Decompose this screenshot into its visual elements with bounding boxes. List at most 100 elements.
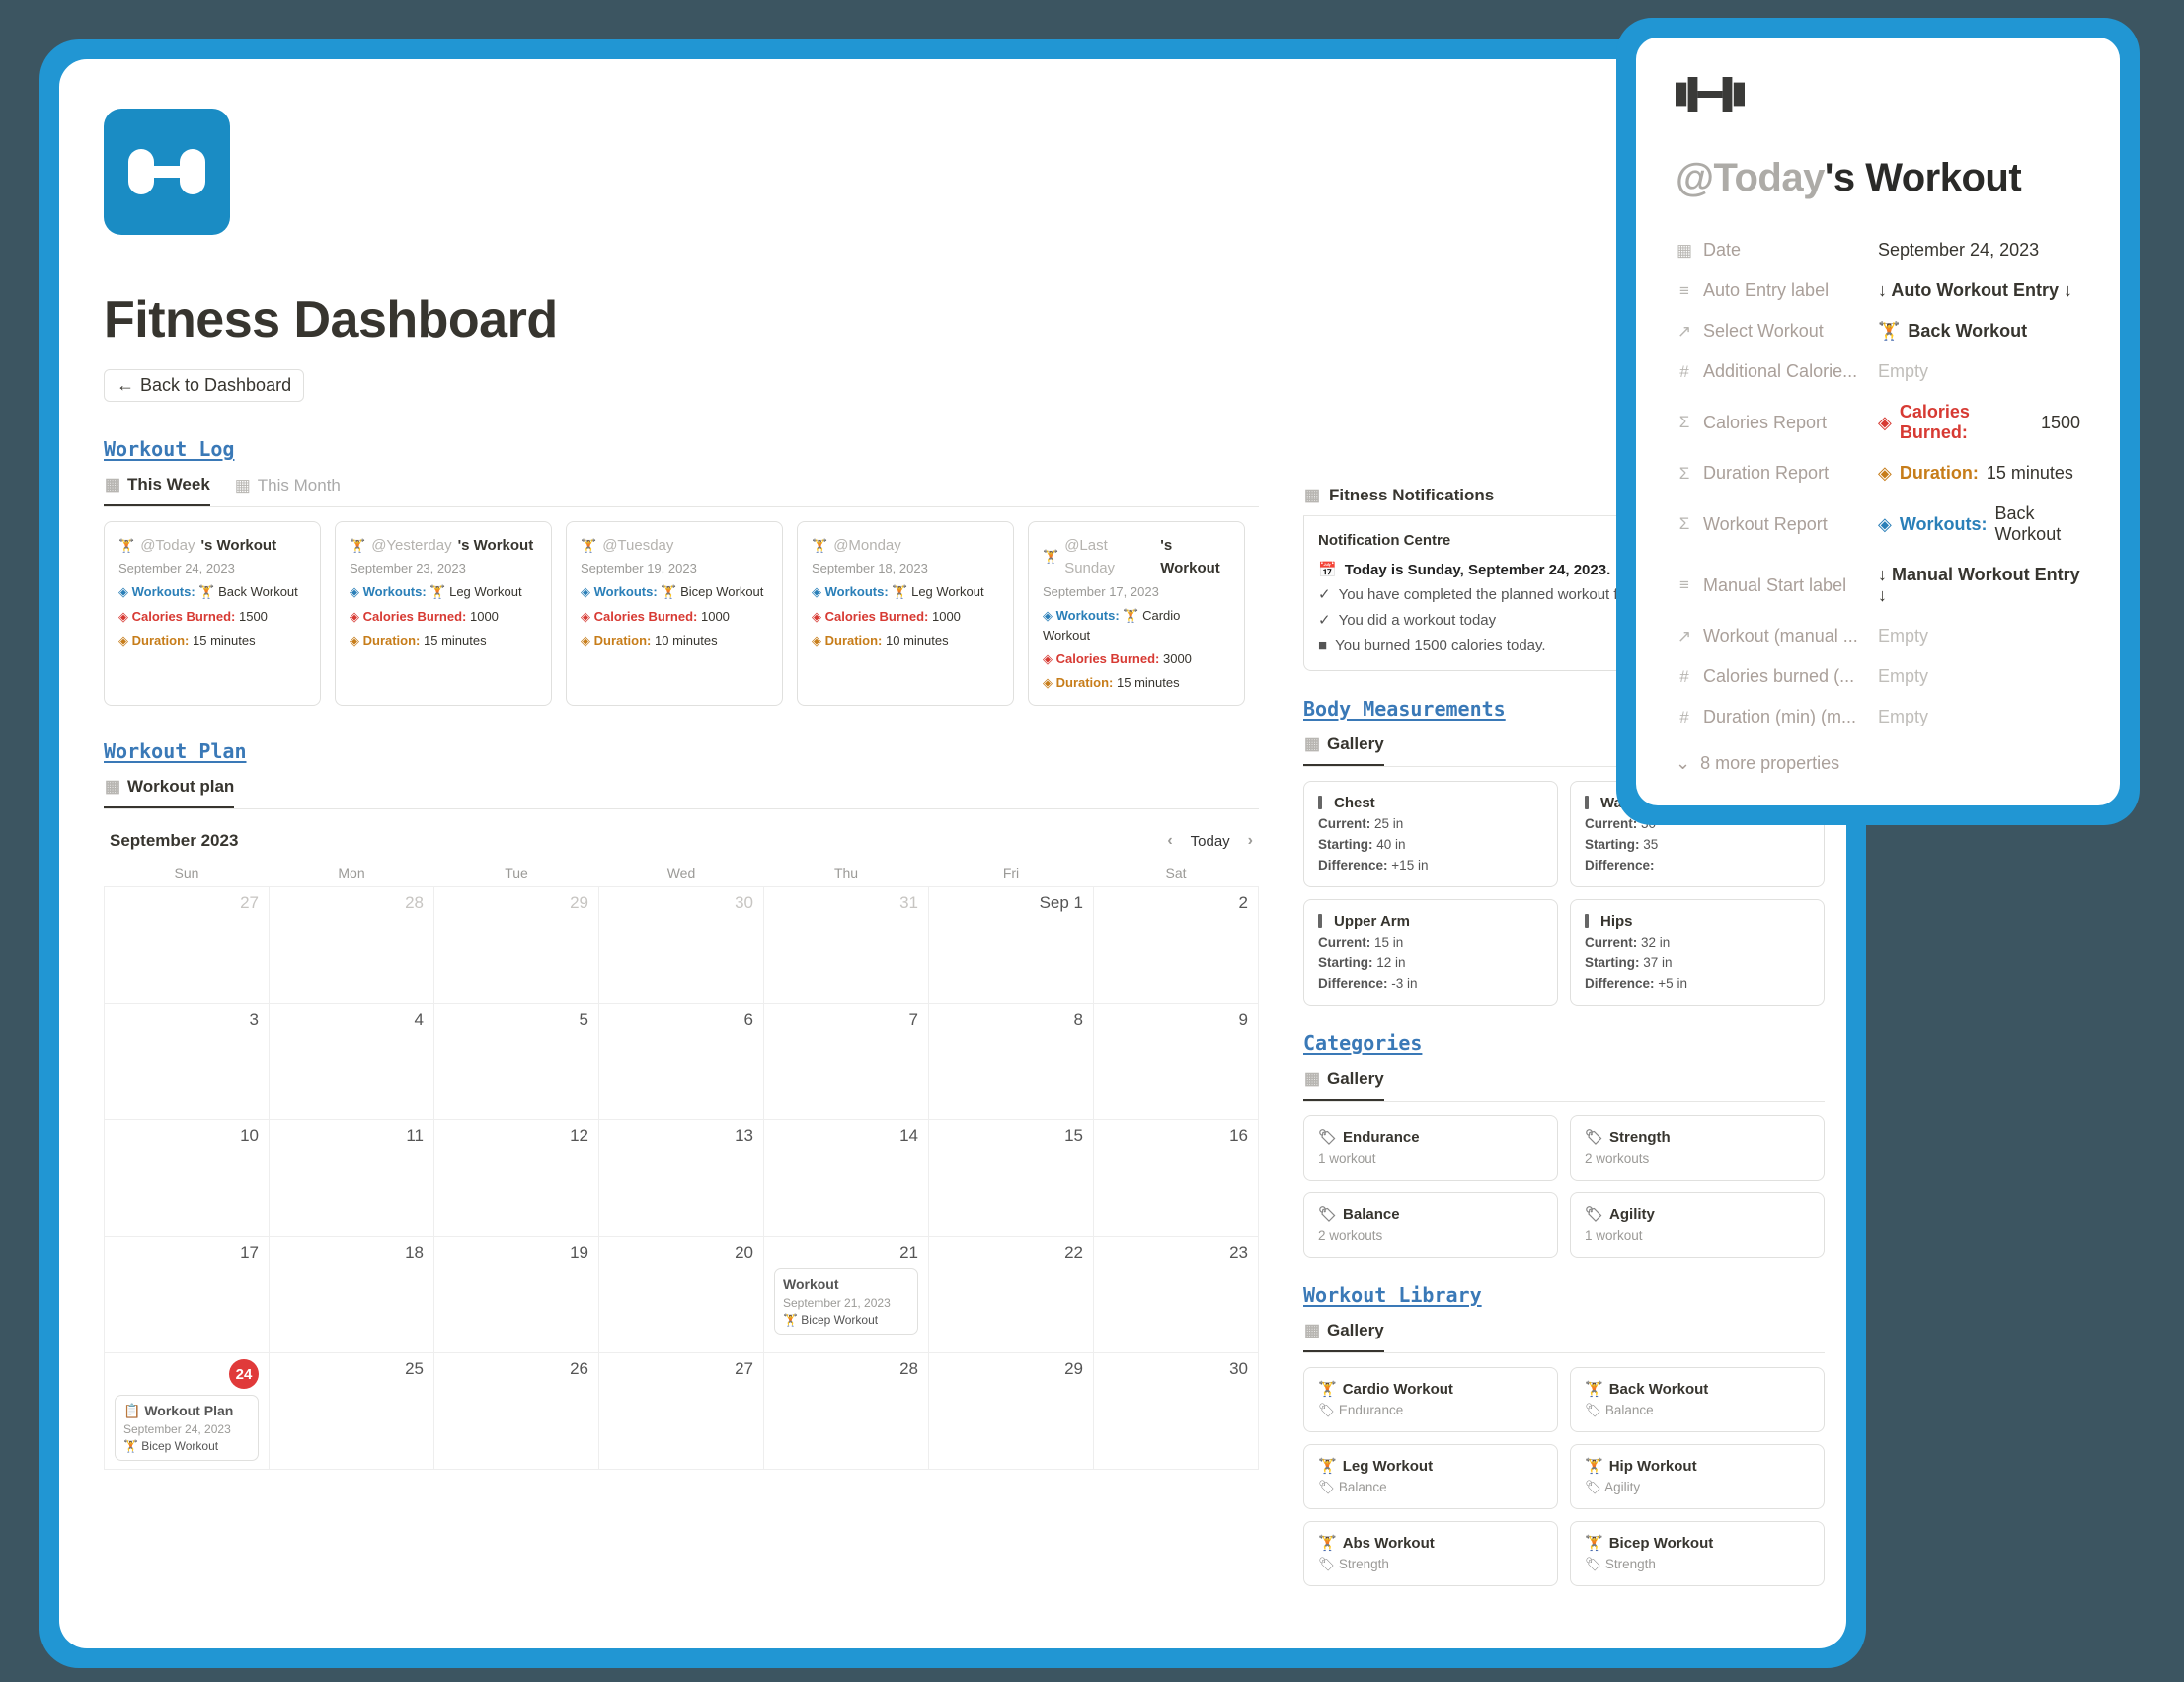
workout-log-heading[interactable]: Workout Log <box>104 437 1259 461</box>
category-card[interactable]: 🏷Balance2 workouts <box>1303 1192 1558 1258</box>
prop-additional-calories[interactable]: #Additional Calorie...Empty <box>1676 351 2080 392</box>
measurement-card[interactable]: Hips Current: 32 in Starting: 37 in Diff… <box>1570 899 1825 1006</box>
cal-day[interactable]: 13 <box>599 1120 764 1237</box>
cal-day[interactable]: 28 <box>270 887 434 1004</box>
prop-workout-manual[interactable]: ↗Workout (manual ...Empty <box>1676 616 2080 656</box>
cal-day[interactable]: 21 Workout September 21, 2023 🏋 Bicep Wo… <box>764 1237 929 1353</box>
cal-day[interactable]: 3 <box>105 1004 270 1120</box>
cal-day[interactable]: 20 <box>599 1237 764 1353</box>
cal-day[interactable]: 15 <box>929 1120 1094 1237</box>
category-card[interactable]: 🏷Strength2 workouts <box>1570 1115 1825 1181</box>
tab-gallery[interactable]: ▦Gallery <box>1303 734 1384 766</box>
prop-calories-manual[interactable]: #Calories burned (...Empty <box>1676 656 2080 697</box>
cal-day[interactable]: 26 <box>434 1353 599 1470</box>
categories-heading[interactable]: Categories <box>1303 1032 1825 1055</box>
back-to-dashboard-button[interactable]: ← Back to Dashboard <box>104 369 304 402</box>
cal-day[interactable]: 12 <box>434 1120 599 1237</box>
cal-day[interactable]: 8 <box>929 1004 1094 1120</box>
cal-prev-button[interactable]: ‹ <box>1167 832 1172 850</box>
cal-day[interactable]: 29 <box>929 1353 1094 1470</box>
log-card[interactable]: 🏋@Last Sunday's Workout September 17, 20… <box>1028 521 1245 706</box>
cal-next-button[interactable]: › <box>1248 832 1253 850</box>
workout-library-heading[interactable]: Workout Library <box>1303 1283 1825 1307</box>
cal-day[interactable]: 10 <box>105 1120 270 1237</box>
daynum: 7 <box>909 1010 918 1029</box>
prop-duration-report[interactable]: ΣDuration Report◈Duration: 15 minutes <box>1676 453 2080 494</box>
cal-day[interactable]: Sep 1 <box>929 887 1094 1004</box>
cal-day[interactable]: 7 <box>764 1004 929 1120</box>
plabel: Select Workout <box>1703 321 1824 342</box>
prop-workout-report[interactable]: ΣWorkout Report◈Workouts: Back Workout <box>1676 494 2080 555</box>
tab-gallery[interactable]: ▦Gallery <box>1303 1069 1384 1101</box>
cal-day[interactable]: 4 <box>270 1004 434 1120</box>
cal-day[interactable]: 6 <box>599 1004 764 1120</box>
daynum: 18 <box>405 1243 424 1262</box>
cal-day[interactable]: 27 <box>105 887 270 1004</box>
cal-day[interactable]: 17 <box>105 1237 270 1353</box>
log-card[interactable]: 🏋@Today's Workout September 24, 2023 ◈ W… <box>104 521 321 706</box>
prop-select-workout[interactable]: ↗Select Workout🏋Back Workout <box>1676 311 2080 351</box>
library-card[interactable]: 🏋Bicep Workout🏷 Strength <box>1570 1521 1825 1586</box>
cal-day[interactable]: 24 📋 Workout Plan September 24, 2023 🏋 B… <box>105 1353 270 1470</box>
cal-day[interactable]: 31 <box>764 887 929 1004</box>
cal-day[interactable]: 25 <box>270 1353 434 1470</box>
cal-day[interactable]: 9 <box>1094 1004 1259 1120</box>
formula-icon: Σ <box>1676 413 1693 432</box>
log-card[interactable]: 🏋@Tuesday September 19, 2023 ◈ Workouts:… <box>566 521 783 706</box>
library-card[interactable]: 🏋Abs Workout🏷 Strength <box>1303 1521 1558 1586</box>
library-card[interactable]: 🏋Hip Workout🏷 Agility <box>1570 1444 1825 1509</box>
calendar-event[interactable]: 📋 Workout Plan September 24, 2023 🏋 Bice… <box>115 1395 259 1461</box>
log-card[interactable]: 🏋@Monday September 18, 2023 ◈ Workouts: … <box>797 521 1014 706</box>
category-card[interactable]: 🏷Agility1 workout <box>1570 1192 1825 1258</box>
dow: Sat <box>1094 859 1259 887</box>
cal-day[interactable]: 27 <box>599 1353 764 1470</box>
pvalue: ↓ Manual Workout Entry ↓ <box>1878 565 2080 606</box>
library-card[interactable]: 🏋Back Workout🏷 Balance <box>1570 1367 1825 1432</box>
cal-day[interactable]: 28 <box>764 1353 929 1470</box>
cal-day[interactable]: 30 <box>599 887 764 1004</box>
ruler-icon <box>1318 796 1322 809</box>
prop-calories-report[interactable]: ΣCalories Report◈Calories Burned: 1500 <box>1676 392 2080 453</box>
cal-day[interactable]: 11 <box>270 1120 434 1237</box>
workout-plan-heading[interactable]: Workout Plan <box>104 739 1259 763</box>
prop-duration-manual[interactable]: #Duration (min) (m...Empty <box>1676 697 2080 737</box>
mc-lbl: Starting: <box>1585 837 1640 852</box>
measurement-card[interactable]: Chest Current: 25 in Starting: 40 in Dif… <box>1303 781 1558 887</box>
cal-day[interactable]: 14 <box>764 1120 929 1237</box>
cal-day[interactable]: 16 <box>1094 1120 1259 1237</box>
prop-date[interactable]: ▦DateSeptember 24, 2023 <box>1676 230 2080 270</box>
number-icon: # <box>1676 667 1693 687</box>
cal-day[interactable]: 22 <box>929 1237 1094 1353</box>
tab-this-week[interactable]: ▦ This Week <box>104 475 210 506</box>
cal-today-button[interactable]: Today <box>1191 833 1230 850</box>
cal-day[interactable]: 29 <box>434 887 599 1004</box>
log-title-prefix: @Monday <box>833 534 901 557</box>
library-card[interactable]: 🏋Leg Workout🏷 Balance <box>1303 1444 1558 1509</box>
category-card[interactable]: 🏷Endurance1 workout <box>1303 1115 1558 1181</box>
cal-day[interactable]: 2 <box>1094 887 1259 1004</box>
cal-day[interactable]: 5 <box>434 1004 599 1120</box>
measurement-card[interactable]: Upper Arm Current: 15 in Starting: 12 in… <box>1303 899 1558 1006</box>
pvalue: Empty <box>1878 626 2080 647</box>
detail-title-suffix: 's Workout <box>1825 156 2021 199</box>
daynum: 30 <box>1229 1359 1248 1378</box>
daynum: 4 <box>415 1010 424 1029</box>
library-card[interactable]: 🏋Cardio Workout🏷 Endurance <box>1303 1367 1558 1432</box>
cal-day[interactable]: 19 <box>434 1237 599 1353</box>
calendar-event[interactable]: Workout September 21, 2023 🏋 Bicep Worko… <box>774 1268 918 1335</box>
more-properties-button[interactable]: ⌄8 more properties <box>1676 737 2080 774</box>
tag-icon: 🏷 <box>1318 1403 1335 1417</box>
tab-gallery[interactable]: ▦Gallery <box>1303 1321 1384 1352</box>
lib-name: Bicep Workout <box>1609 1532 1714 1555</box>
prop-auto-entry[interactable]: ≡Auto Entry label↓ Auto Workout Entry ↓ <box>1676 270 2080 311</box>
cal-day[interactable]: 18 <box>270 1237 434 1353</box>
log-card[interactable]: 🏋@Yesterday's Workout September 23, 2023… <box>335 521 552 706</box>
tab-workout-plan[interactable]: ▦ Workout plan <box>104 777 234 808</box>
today-badge: 24 <box>229 1359 259 1389</box>
square-icon: ■ <box>1318 633 1327 658</box>
daynum: 13 <box>735 1126 753 1145</box>
prop-manual-start[interactable]: ≡Manual Start label↓ Manual Workout Entr… <box>1676 555 2080 616</box>
cal-day[interactable]: 23 <box>1094 1237 1259 1353</box>
tab-this-month[interactable]: ▦ This Month <box>234 475 341 506</box>
cal-day[interactable]: 30 <box>1094 1353 1259 1470</box>
